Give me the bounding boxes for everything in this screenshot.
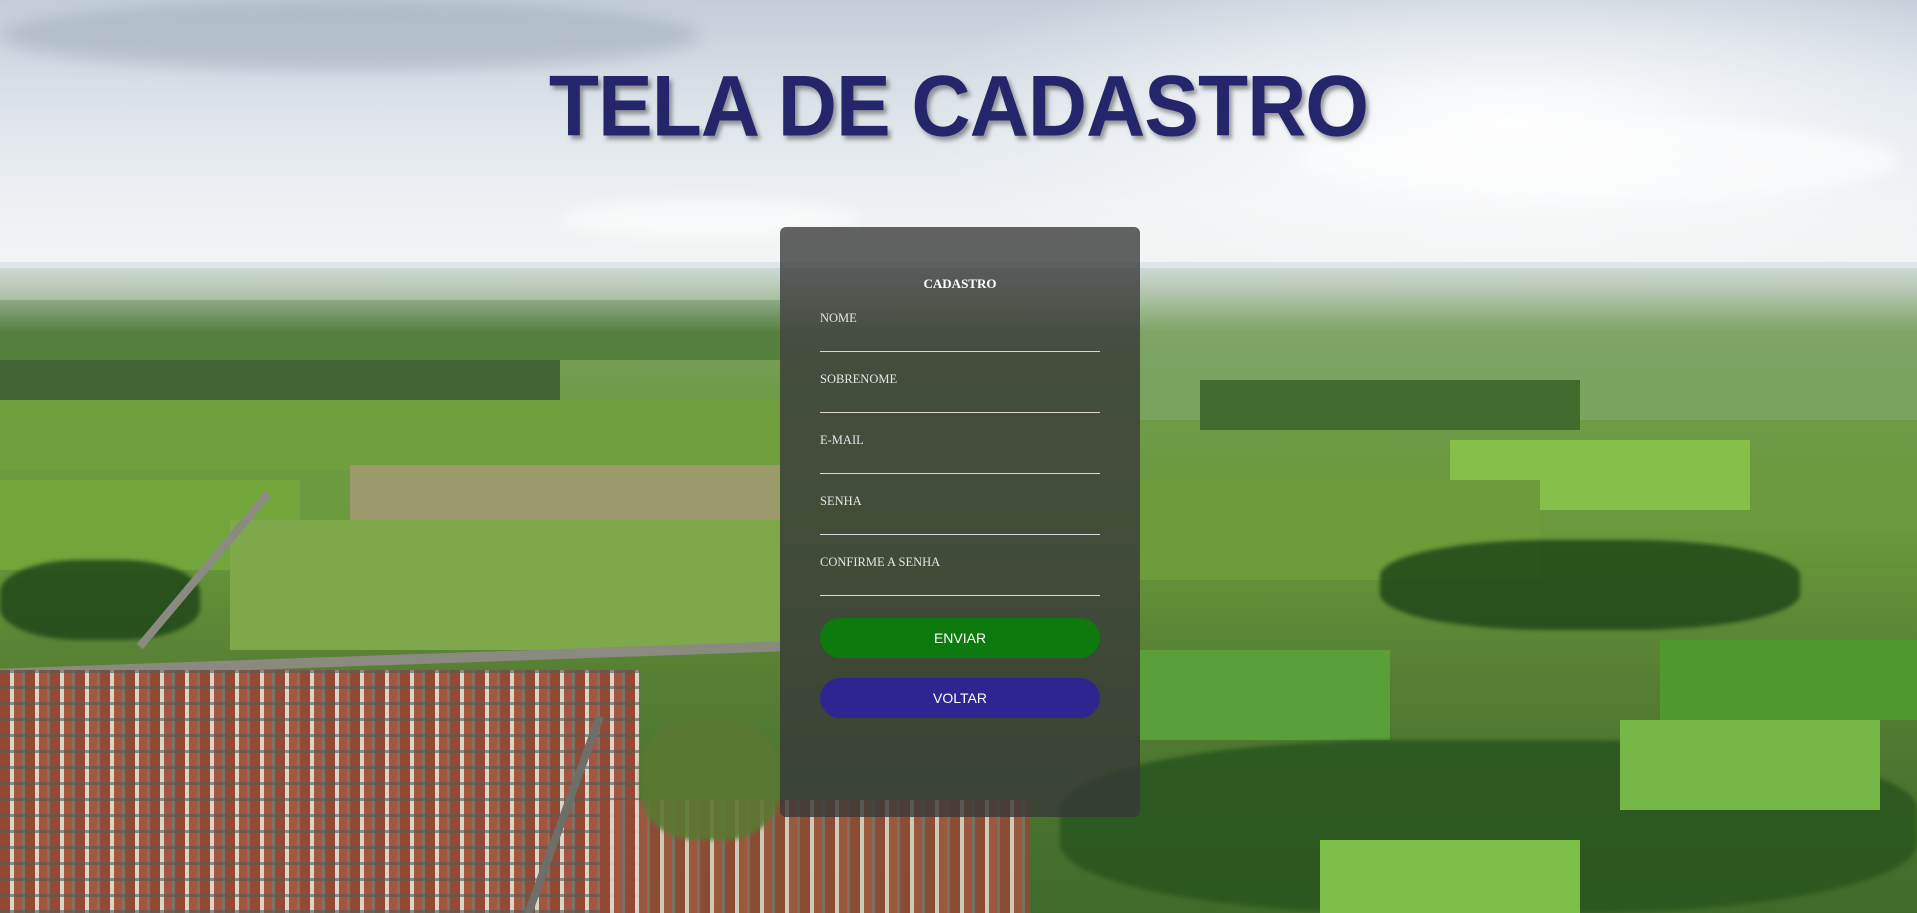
field — [1140, 650, 1390, 740]
page-title: TELA DE CADASTRO — [548, 58, 1369, 155]
field — [0, 360, 560, 400]
trees — [1380, 540, 1800, 630]
field — [1200, 380, 1580, 430]
password-label: SENHA — [820, 494, 862, 508]
trees — [0, 560, 200, 640]
field — [1660, 640, 1917, 720]
back-button[interactable]: VOLTAR — [820, 678, 1100, 718]
email-field: E-MAIL — [820, 433, 1100, 474]
email-label: E-MAIL — [820, 433, 864, 447]
field — [230, 520, 780, 650]
submit-button[interactable]: ENVIAR — [820, 618, 1100, 658]
field — [350, 465, 780, 525]
confirm-password-field: CONFIRME A SENHA — [820, 555, 1100, 596]
last-name-field: SOBRENOME — [820, 372, 1100, 413]
last-name-input[interactable] — [820, 388, 1100, 410]
password-input[interactable] — [820, 510, 1100, 532]
field — [0, 400, 780, 470]
first-name-field: NOME — [820, 311, 1100, 352]
form-heading: CADASTRO — [923, 276, 997, 291]
first-name-label: NOME — [820, 311, 857, 325]
confirm-password-label: CONFIRME A SENHA — [820, 555, 941, 569]
email-input[interactable] — [820, 449, 1100, 471]
last-name-label: SOBRENOME — [820, 372, 898, 386]
first-name-input[interactable] — [820, 327, 1100, 349]
field — [1620, 720, 1880, 810]
field — [1320, 840, 1580, 913]
confirm-password-input[interactable] — [820, 571, 1100, 593]
password-field: SENHA — [820, 494, 1100, 535]
trees — [640, 720, 780, 840]
signup-form-panel: CADASTRO NOME SOBRENOME E-MAIL SENHA CON… — [780, 227, 1140, 817]
